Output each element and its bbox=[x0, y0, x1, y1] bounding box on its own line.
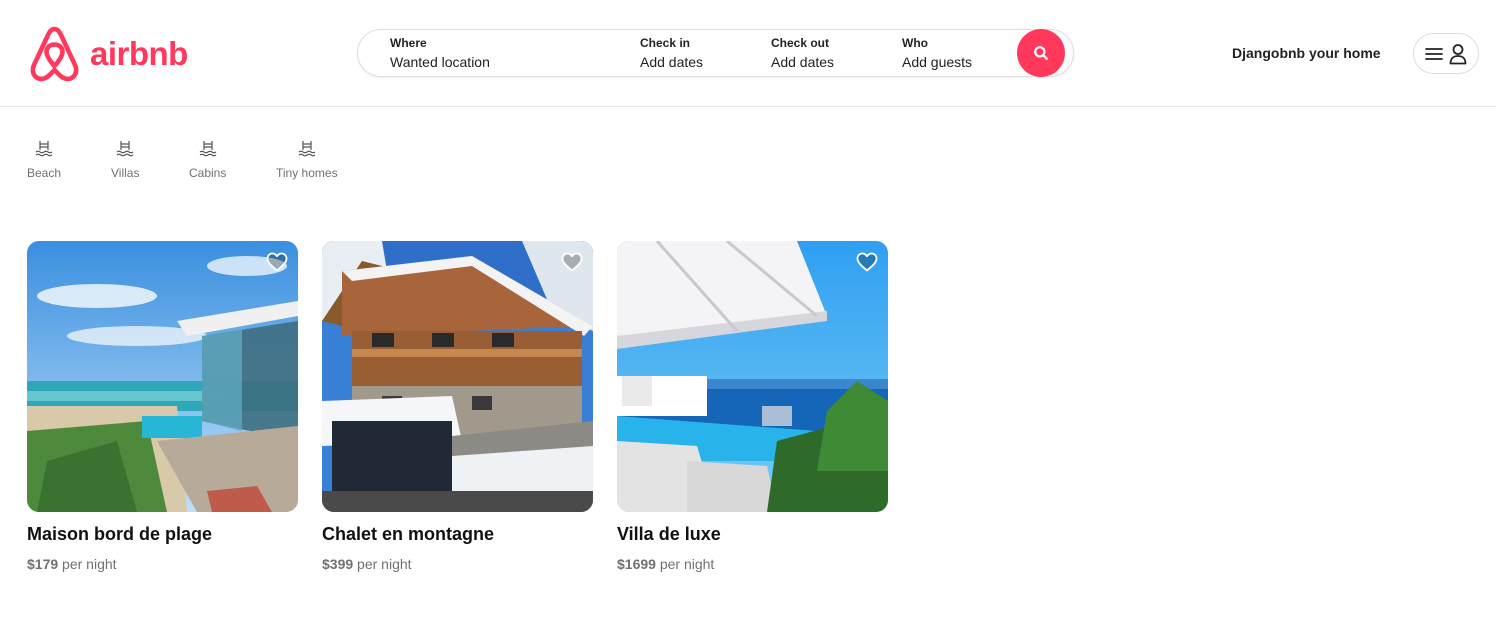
search-icon bbox=[1034, 46, 1048, 60]
category-tiny-homes[interactable]: Tiny homes bbox=[276, 140, 338, 180]
airbnb-logo[interactable]: airbnb bbox=[29, 26, 188, 82]
pool-icon bbox=[298, 141, 316, 157]
category-label: Villas bbox=[111, 166, 140, 180]
check-in-value: Add dates bbox=[640, 54, 704, 70]
guests-label: Who bbox=[902, 36, 928, 50]
category-label: Beach bbox=[27, 166, 62, 180]
listing-photo[interactable] bbox=[27, 241, 298, 512]
pool-icon bbox=[199, 141, 217, 157]
chalet-photo bbox=[322, 241, 593, 512]
category-label: Tiny homes bbox=[276, 166, 338, 180]
price-unit: per night bbox=[357, 556, 412, 572]
heart-icon[interactable] bbox=[265, 250, 289, 274]
check-out-value: Add dates bbox=[771, 54, 835, 70]
airbnb-logo-icon bbox=[30, 26, 79, 82]
listing-title: Villa de luxe bbox=[617, 524, 721, 544]
listing-photo[interactable] bbox=[322, 241, 593, 512]
search-button[interactable] bbox=[1017, 29, 1065, 77]
guests-value: Add guests bbox=[902, 54, 973, 70]
category-villas[interactable]: Villas bbox=[111, 140, 139, 180]
search-bar: Where Wanted location Check in Add dates… bbox=[357, 29, 1074, 77]
where-field[interactable]: Where Wanted location bbox=[390, 36, 620, 72]
user-menu-button[interactable] bbox=[1413, 33, 1479, 74]
user-icon bbox=[1449, 43, 1467, 64]
listing-price: $1699 per night bbox=[617, 555, 888, 573]
beach-house-photo bbox=[27, 241, 298, 512]
pool-icon bbox=[35, 141, 53, 157]
category-cabins[interactable]: Cabins bbox=[189, 140, 226, 180]
host-your-home-link[interactable]: Djangobnb your home bbox=[1232, 45, 1381, 61]
listing-card[interactable]: Villa de luxe $1699 per night bbox=[617, 241, 888, 573]
listing-photo[interactable] bbox=[617, 241, 888, 512]
hamburger-icon bbox=[1425, 47, 1443, 60]
price-unit: per night bbox=[659, 556, 715, 572]
pool-icon bbox=[116, 141, 134, 157]
where-label: Where bbox=[390, 36, 427, 50]
price-unit: per night bbox=[62, 556, 117, 572]
villa-photo bbox=[617, 241, 888, 512]
category-beach[interactable]: Beach bbox=[27, 140, 61, 180]
category-label: Cabins bbox=[189, 166, 227, 180]
heart-icon[interactable] bbox=[855, 250, 879, 274]
listing-price: $179 per night bbox=[27, 555, 298, 573]
listing-title: Chalet en montagne bbox=[322, 524, 495, 544]
brand-name: airbnb bbox=[90, 35, 188, 72]
where-value: Wanted location bbox=[390, 54, 490, 70]
check-out-field[interactable]: Check out Add dates bbox=[771, 36, 881, 72]
price-amount: $399 bbox=[322, 556, 354, 572]
check-out-label: Check out bbox=[771, 36, 830, 50]
listing-card[interactable]: Chalet en montagne $399 per night bbox=[322, 241, 593, 573]
guests-field[interactable]: Who Add guests bbox=[902, 36, 1012, 72]
listing-title: Maison bord de plage bbox=[27, 524, 213, 544]
price-amount: $1699 bbox=[617, 556, 656, 572]
listing-card[interactable]: Maison bord de plage $179 per night bbox=[27, 241, 298, 573]
listing-price: $399 per night bbox=[322, 555, 593, 573]
price-amount: $179 bbox=[27, 556, 59, 572]
check-in-field[interactable]: Check in Add dates bbox=[640, 36, 750, 72]
top-header: airbnb Where Wanted location Check in Ad… bbox=[0, 0, 1496, 107]
check-in-label: Check in bbox=[640, 36, 691, 50]
heart-icon[interactable] bbox=[560, 250, 584, 274]
